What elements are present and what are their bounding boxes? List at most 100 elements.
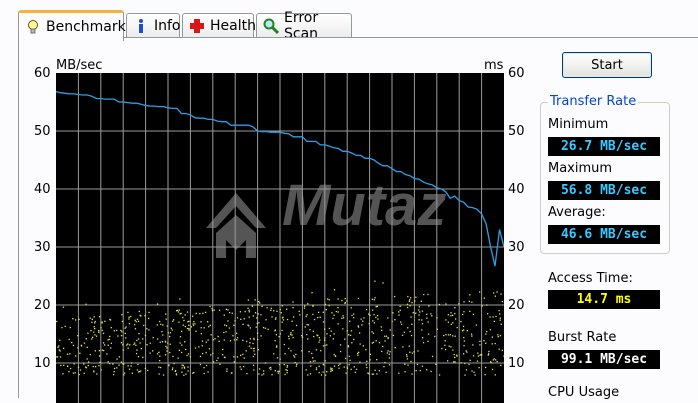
access-time-point [324,344,326,347]
access-time-point [192,323,194,325]
access-time-point [342,317,345,319]
access-time-point [341,317,343,319]
tab-error-scan[interactable]: Error Scan [256,10,352,42]
tab-info[interactable]: Info [126,13,181,38]
access-time-point [239,366,241,368]
access-time-point [264,362,267,364]
access-time-point [464,362,466,365]
access-time-point [415,296,417,298]
access-time-point [284,353,286,355]
access-time-point [219,363,221,365]
access-time-point [408,300,410,302]
access-time-point [125,337,127,339]
access-time-point [67,365,69,367]
access-time-point [87,332,89,334]
access-time-point [420,300,422,302]
access-time-point [346,366,348,368]
access-time-point [471,370,473,372]
access-time-point [59,339,61,341]
access-time-point [69,367,72,370]
access-time-point [152,350,154,352]
access-time-point [69,353,71,355]
access-time-point [87,361,90,363]
access-time-point [195,312,197,315]
access-time-point [499,319,501,321]
access-time-point [468,300,470,302]
access-time-point [242,353,244,355]
access-time-point [260,314,262,316]
access-time-point [259,368,261,370]
tab-health[interactable]: Health [182,13,256,38]
access-time-point [133,324,136,326]
access-time-point [406,354,408,356]
access-time-point [279,308,281,311]
access-time-point [471,301,473,303]
access-time-point [398,314,400,316]
access-time-point [138,310,140,313]
access-time-point [120,361,122,363]
access-time-point [273,353,275,355]
access-time-point [333,365,336,367]
access-time-point [332,338,334,340]
access-time-point [178,349,180,351]
access-time-point [411,352,413,354]
access-time-point [217,335,219,338]
access-time-point [160,323,162,325]
access-time-point [110,347,112,349]
access-time-point [101,322,103,324]
access-time-point [294,356,296,358]
access-time-point [450,323,452,326]
access-time-point [450,315,452,317]
start-button[interactable]: Start [562,52,652,78]
access-time-point [121,320,123,323]
access-time-point [267,328,269,330]
access-time-point [430,370,432,373]
access-time-point [182,316,184,319]
access-time-point [231,372,233,374]
access-time-point [148,329,150,331]
access-time-point [257,349,260,351]
access-time-point [222,348,224,351]
access-time-point [327,298,329,300]
access-time-point [286,318,289,321]
access-time-point [491,343,493,345]
right-tick-50: 50 [508,124,525,139]
access-time-point [277,372,279,374]
tab-benchmark[interactable]: Benchmark [18,10,126,41]
watermark: Mutaz [206,173,446,258]
access-time-point [199,363,202,366]
access-time-point [477,352,479,354]
access-time-point [187,370,189,372]
access-time-point [181,371,183,373]
access-time-point [186,354,188,357]
access-time-point [254,353,256,355]
access-time-point [408,345,410,347]
access-time-point [130,315,132,318]
access-time-point [295,324,298,327]
access-time-point [399,309,401,311]
access-time-point [330,369,332,371]
access-time-point [225,331,227,333]
access-time-point [317,335,319,337]
access-time-point [98,316,101,318]
access-time-point [106,353,108,355]
access-time-point [248,309,250,311]
access-time-point [91,318,93,320]
access-time-point [203,372,205,375]
benchmark-chart-svg: Mutaz [56,73,504,403]
access-time-value: 14.7 ms [548,290,660,309]
magnifier-icon [263,18,280,35]
access-time-point [193,371,195,374]
access-time-point [419,369,421,372]
access-time-point [465,369,468,371]
access-time-point [279,333,281,335]
access-time-point [421,329,423,331]
access-time-point [181,330,183,332]
access-time-point [243,357,245,359]
access-time-point [353,338,355,341]
access-time-point [58,345,60,347]
access-time-point [299,314,301,316]
access-time-point [273,310,275,312]
access-time-point [279,358,281,360]
access-time-point [78,373,80,376]
